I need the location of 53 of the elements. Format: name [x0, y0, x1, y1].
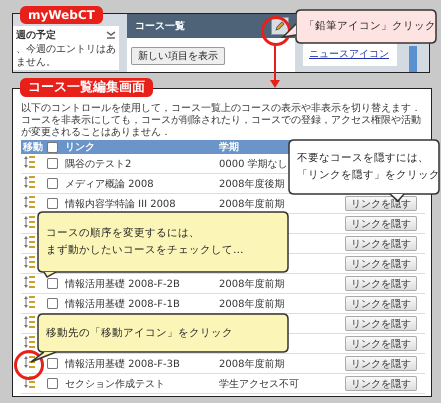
- hide-link-button[interactable]: リンクを隠す: [345, 296, 417, 311]
- card-text: ません。: [16, 57, 57, 69]
- hide-link-button[interactable]: リンクを隠す: [345, 216, 417, 231]
- scrollbar[interactable]: [409, 46, 417, 72]
- hide-link-button[interactable]: リンクを隠す: [345, 236, 417, 251]
- callout-text: 移動先の「移動アイコン」をクリック: [46, 326, 233, 340]
- move-icon[interactable]: [23, 355, 36, 369]
- hide-link-button[interactable]: リンクを隠す: [345, 276, 417, 291]
- section-label: コース一覧編集画面: [20, 78, 153, 97]
- column-header: 学期: [219, 142, 239, 153]
- hide-link-button[interactable]: リンクを隠す: [345, 316, 417, 331]
- term-cell: 0000 学期なし: [219, 158, 288, 170]
- row-checkbox[interactable]: [47, 198, 58, 209]
- row-checkbox[interactable]: [47, 178, 58, 189]
- row-checkbox[interactable]: [47, 298, 58, 309]
- news-link[interactable]: ニュースアイコン: [309, 49, 389, 60]
- show-new-items-button[interactable]: 新しい項目を表示: [131, 47, 225, 65]
- row-checkbox[interactable]: [47, 378, 58, 389]
- row-checkbox[interactable]: [47, 158, 58, 169]
- hide-link-button[interactable]: リンクを隠す: [345, 256, 417, 271]
- column-header: 移動: [23, 142, 43, 153]
- description-text: 以下のコントロールを使用して，コース一覧上のコースの表示や非表示を切り替えます．コースを非表示にしても，コースが削除されたり，コースでの登録，アクセス権限や活動が変更されることはありません．: [21, 103, 422, 140]
- down-arrow: [269, 44, 281, 88]
- hide-link-button[interactable]: リンクを隠す: [345, 356, 417, 371]
- callout-text: 不要なコースを隠すには、: [297, 151, 430, 166]
- hide-link-button[interactable]: リンクを隠す: [345, 336, 417, 351]
- term-cell: 2008年度前期: [219, 358, 284, 370]
- term-cell: 2008年度後期: [219, 178, 284, 190]
- course-name: メディア概論 2008: [65, 178, 154, 190]
- header-title: コース一覧: [135, 20, 185, 33]
- collapse-icon[interactable]: [106, 30, 116, 40]
- row-checkbox[interactable]: [47, 278, 58, 289]
- callout-text: コースの順序を変更するには、: [46, 226, 201, 241]
- hide-link-button[interactable]: リンクを隠す: [345, 376, 417, 391]
- select-all-checkbox[interactable]: [47, 142, 58, 152]
- column-header: リンク: [65, 142, 95, 153]
- callout-text: まず動かしたいコースをチェックして…: [46, 243, 244, 258]
- term-cell: 2008年度前期: [219, 198, 284, 210]
- card-text: 、今週のエントリはあ: [16, 44, 116, 56]
- callout-text: 「鉛筆アイコン」クリック: [304, 19, 436, 34]
- term-cell: 2008年度前期: [219, 298, 284, 310]
- card-title: 週の予定: [16, 28, 56, 42]
- course-name: セクション作成テスト: [65, 378, 165, 390]
- course-name: 情報活用基礎 2008-F-2B: [65, 278, 180, 290]
- callout-text: 「リンクを隠す」をクリック: [297, 168, 440, 183]
- course-name: 情報内容学特論 III 2008: [65, 198, 176, 210]
- term-cell: 2008年度前期: [219, 278, 284, 290]
- course-name: 隅谷のテスト2: [65, 158, 132, 170]
- course-name: 情報活用基礎 2008-F-1B: [65, 298, 180, 310]
- term-cell: 学生アクセス不可: [219, 378, 299, 390]
- row-checkbox[interactable]: [47, 358, 58, 369]
- section-label: myWebCT: [20, 6, 103, 24]
- course-name: 情報活用基礎 2008-F-3B: [65, 358, 180, 370]
